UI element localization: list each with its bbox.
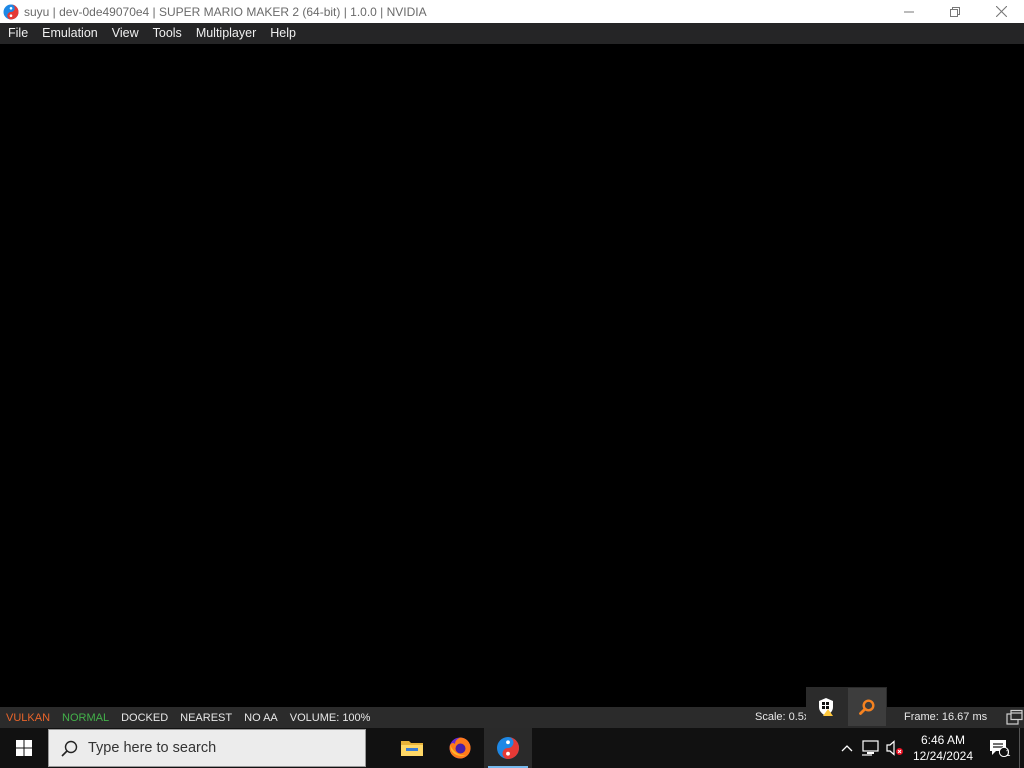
tray-security-item[interactable]	[807, 688, 845, 726]
minimize-button[interactable]	[886, 0, 932, 23]
taskbar-search-box[interactable]: Type here to search	[48, 729, 366, 767]
taskbar: Type here to search 6:46 AM 12/24/2024 1	[0, 728, 1024, 768]
menu-tools[interactable]: Tools	[146, 23, 189, 44]
desktop: suyu | dev-0de49070e4 | SUPER MARIO MAKE…	[0, 0, 1024, 768]
tray-overflow-popup	[806, 687, 887, 727]
system-tray: 6:46 AM 12/24/2024 1	[835, 728, 1024, 768]
frame-time-readout: Frame: 16.67 ms	[904, 711, 988, 723]
graphics-api-toggle[interactable]: VULKAN	[0, 712, 56, 724]
window-title: suyu | dev-0de49070e4 | SUPER MARIO MAKE…	[24, 4, 427, 19]
file-explorer-icon	[401, 741, 423, 756]
window-controls	[886, 0, 1024, 23]
firefox-icon	[449, 737, 471, 759]
dock-mode-toggle[interactable]: DOCKED	[115, 712, 174, 724]
volume-button[interactable]	[883, 728, 907, 768]
magnifier-orange-icon	[858, 699, 875, 715]
suyu-icon	[497, 737, 519, 759]
menu-multiplayer[interactable]: Multiplayer	[189, 23, 263, 44]
menu-emulation[interactable]: Emulation	[35, 23, 105, 44]
aa-toggle[interactable]: NO AA	[238, 712, 284, 724]
menu-help[interactable]: Help	[263, 23, 303, 44]
action-center-button[interactable]: 1	[979, 728, 1019, 768]
multiwindow-icon[interactable]	[1006, 709, 1023, 726]
network-icon	[861, 740, 879, 756]
scale-readout: Scale: 0.5x	[755, 711, 810, 723]
minimize-icon	[904, 11, 914, 12]
menu-bar: File Emulation View Tools Multiplayer He…	[0, 23, 1024, 44]
close-button[interactable]	[978, 0, 1024, 23]
chevron-up-icon	[841, 745, 853, 752]
filter-toggle[interactable]: NEAREST	[174, 712, 238, 724]
clock-date: 12/24/2024	[912, 749, 973, 763]
clock[interactable]: 6:46 AM 12/24/2024	[907, 732, 979, 764]
menu-file[interactable]: File	[0, 23, 35, 44]
close-icon	[995, 6, 1007, 17]
search-icon	[61, 740, 78, 757]
tray-search-item[interactable]	[847, 688, 886, 726]
title-bar[interactable]: suyu | dev-0de49070e4 | SUPER MARIO MAKE…	[0, 0, 1024, 23]
suyu-logo-icon	[3, 4, 19, 19]
network-button[interactable]	[859, 728, 883, 768]
search-placeholder: Type here to search	[88, 740, 217, 756]
clock-time: 6:46 AM	[920, 733, 965, 747]
show-hidden-icons-button[interactable]	[835, 728, 859, 768]
menu-view[interactable]: View	[105, 23, 146, 44]
speed-mode-toggle[interactable]: NORMAL	[56, 712, 115, 724]
windows-logo-icon	[16, 740, 32, 756]
show-desktop-button[interactable]	[1019, 728, 1024, 768]
restore-button[interactable]	[932, 0, 978, 23]
taskbar-file-explorer[interactable]	[388, 728, 436, 768]
taskbar-firefox[interactable]	[436, 728, 484, 768]
restore-icon	[950, 6, 960, 17]
game-viewport[interactable]	[0, 44, 1024, 707]
volume-control[interactable]: VOLUME: 100%	[284, 712, 377, 724]
start-button[interactable]	[0, 728, 48, 768]
taskbar-suyu[interactable]	[484, 728, 532, 768]
windows-security-warning-icon	[819, 698, 834, 716]
volume-muted-icon	[886, 740, 903, 756]
notification-count: 1	[1005, 748, 1011, 758]
